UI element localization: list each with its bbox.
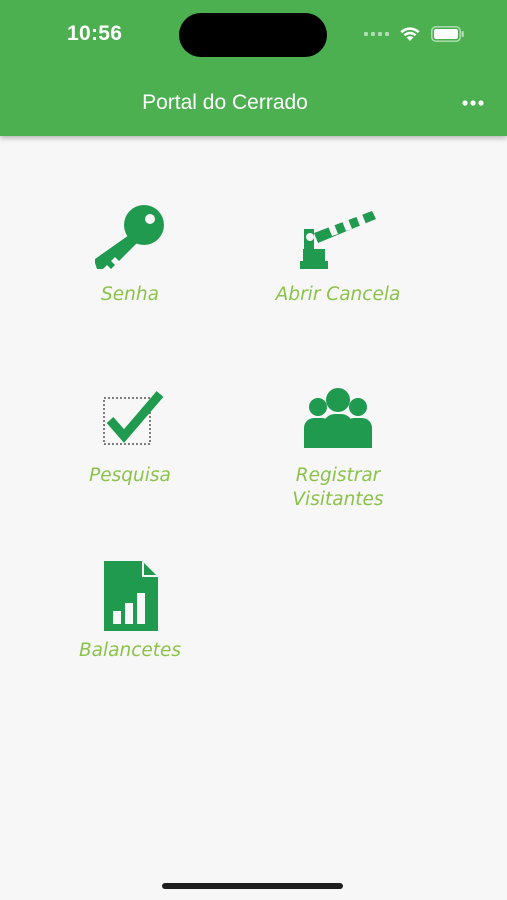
wifi-icon [400, 27, 420, 41]
menu-item-label: Balancetes [78, 640, 182, 661]
home-indicator[interactable] [162, 883, 343, 889]
page-title: Portal do Cerrado [142, 91, 308, 114]
app-header: 10:56 Portal do Cerrado [0, 0, 507, 136]
menu-item-abrir-cancela[interactable]: Abrir Cancela [218, 203, 458, 307]
menu-item-label: Registrar Visitantes [292, 465, 384, 510]
signal-icon [364, 32, 389, 36]
status-icons [364, 23, 465, 45]
menu-item-label: Senha [101, 284, 159, 305]
key-icon [95, 205, 164, 269]
menu-item-pesquisa[interactable]: Pesquisa [10, 384, 250, 488]
menu-item-balancetes[interactable]: Balancetes [10, 559, 250, 663]
dynamic-island [179, 13, 327, 57]
battery-icon [431, 26, 464, 42]
app-screen: 10:56 Portal do Cerrado Senha Abrir Canc… [0, 0, 507, 900]
barrier-gate-icon [300, 211, 376, 269]
checkbox-check-icon [103, 391, 164, 445]
spreadsheet-chart-icon [104, 561, 158, 631]
menu-item-registrar-visitantes[interactable]: Registrar Visitantes [218, 384, 458, 512]
more-horizontal-icon [462, 100, 484, 106]
people-group-icon [304, 388, 372, 448]
status-time: 10:56 [67, 22, 123, 45]
menu-item-senha[interactable]: Senha [10, 203, 250, 307]
menu-item-label: Pesquisa [89, 465, 171, 486]
menu-item-label: Abrir Cancela [275, 284, 401, 305]
more-options-button[interactable] [451, 89, 495, 117]
